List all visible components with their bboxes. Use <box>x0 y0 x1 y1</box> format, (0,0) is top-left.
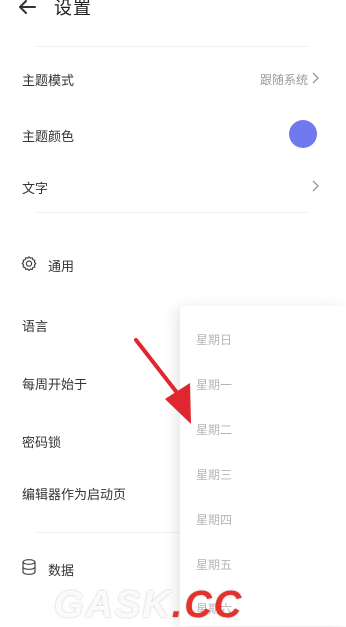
watermark-logo: GASK.CC <box>54 584 244 626</box>
weekday-option[interactable]: 星期日 <box>196 331 232 348</box>
back-arrow-icon[interactable] <box>16 0 38 18</box>
theme-mode-value: 跟随系统 <box>259 73 308 87</box>
language-label: 语言 <box>22 320 49 335</box>
week-start-label: 每周开始于 <box>22 378 88 393</box>
section-data-label: 数据 <box>48 564 75 579</box>
theme-color-swatch[interactable] <box>289 120 317 148</box>
chevron-right-icon <box>312 72 319 84</box>
top-bar: 设置 <box>0 0 346 22</box>
editor-start-label: 编辑器作为启动页 <box>22 488 127 503</box>
gear-icon <box>21 256 37 271</box>
password-lock-label: 密码锁 <box>22 436 62 451</box>
database-icon <box>22 559 36 575</box>
divider <box>36 212 308 213</box>
chevron-right-icon <box>312 180 319 192</box>
theme-color-row[interactable]: 主题颜色 <box>0 114 346 154</box>
theme-mode-row[interactable]: 主题模式 跟随系统 <box>0 58 346 98</box>
section-general-label: 通用 <box>48 260 75 275</box>
theme-mode-label: 主题模式 <box>22 74 75 89</box>
weekday-option[interactable]: 星期二 <box>196 421 232 438</box>
weekday-option[interactable]: 星期五 <box>196 556 232 573</box>
weekday-option[interactable]: 星期一 <box>196 376 232 393</box>
text-label: 文字 <box>22 182 49 197</box>
page-title: 设置 <box>54 0 92 19</box>
text-row[interactable]: 文字 <box>0 166 346 206</box>
divider <box>36 46 308 47</box>
weekday-option[interactable]: 星期四 <box>196 511 232 528</box>
theme-color-label: 主题颜色 <box>22 130 75 145</box>
weekday-option[interactable]: 星期三 <box>196 466 232 483</box>
